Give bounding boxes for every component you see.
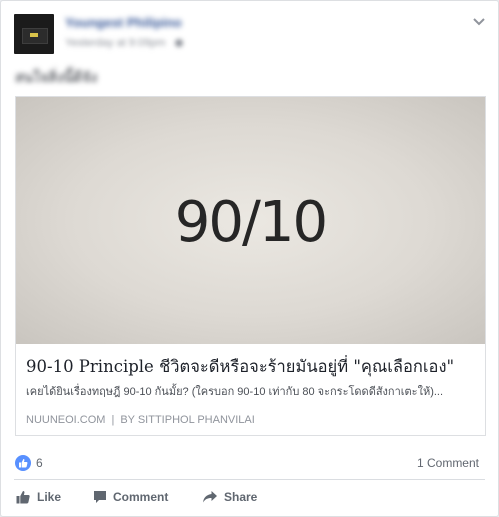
reactions-summary[interactable]: 6 [15,454,43,472]
link-image-text: 90/10 [174,190,328,255]
link-source: NUUNEOI.COM | BY SITTIPHOL PHANVILAI [26,414,255,426]
globe-icon [174,39,183,48]
post-actions-bar: Like Comment Share [14,485,485,509]
link-preview[interactable]: 90/10 90-10 Principle ชีวิตจะดีหรือจะร้า… [15,96,486,436]
link-title[interactable]: 90-10 Principle ชีวิตจะดีหรือจะร้ายมันอย… [26,354,478,380]
comment-button-label: Comment [113,490,169,504]
like-button[interactable]: Like [16,485,61,509]
link-byline: BY SITTIPHOL PHANVILAI [120,414,255,426]
comment-count-link[interactable]: 1 Comment [417,456,479,470]
comment-button[interactable]: Comment [93,485,168,509]
share-icon [203,491,217,503]
link-domain: NUUNEOI.COM [26,414,106,426]
share-button[interactable]: Share [202,485,257,509]
like-button-label: Like [37,490,62,504]
avatar-mark [30,33,38,37]
share-button-label: Share [224,490,258,504]
post-status-text: สนใจสิ่งนี้ดีจัง [15,69,98,85]
post-meta: Yesterday at 9:09pm [65,37,183,49]
link-separator: | [111,414,115,426]
author-avatar[interactable] [14,14,54,54]
chevron-down-icon[interactable] [470,15,488,29]
feed-post-card: Youngest Philipino Yesterday at 9:09pm ส… [0,0,499,517]
actions-divider [14,479,485,480]
post-timestamp[interactable]: Yesterday at 9:09pm [65,37,166,49]
reaction-count: 6 [36,456,43,470]
like-reaction-icon [15,455,31,471]
author-name[interactable]: Youngest Philipino [65,15,182,30]
link-description: เคยได้ยินเรื่องทฤษฎี 90-10 กันมั้ย? (ใคร… [26,386,444,398]
thumbs-up-icon [16,491,30,504]
comment-icon [94,491,106,503]
link-image[interactable]: 90/10 [16,97,485,344]
